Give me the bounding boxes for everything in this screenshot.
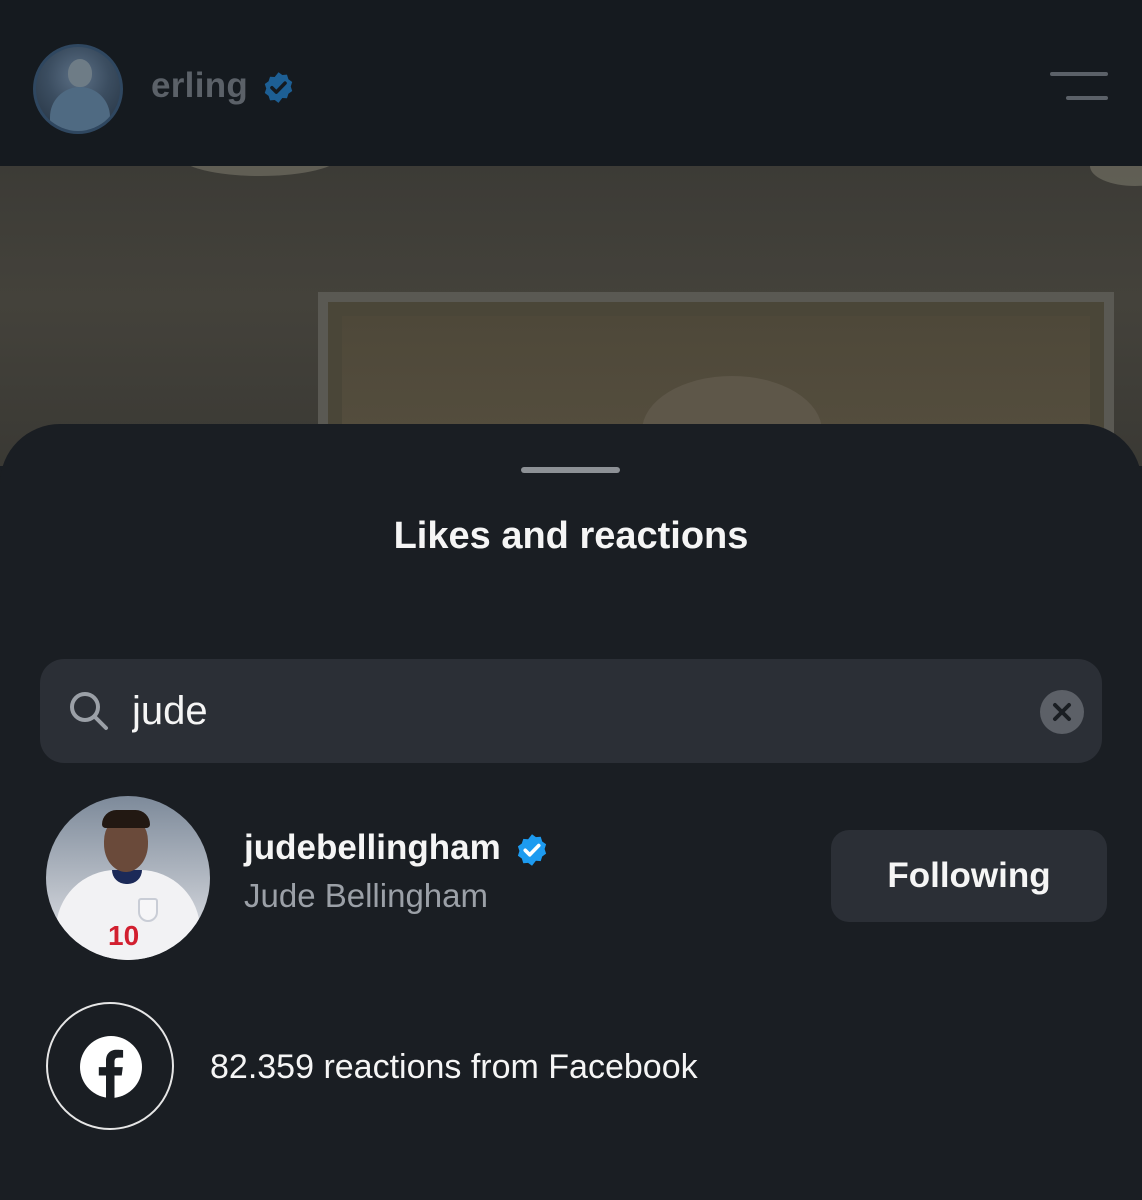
sheet-drag-handle[interactable] <box>521 467 620 473</box>
following-button[interactable]: Following <box>831 830 1107 922</box>
result-full-name: Jude Bellingham <box>244 877 488 914</box>
search-icon <box>70 692 108 730</box>
search-input[interactable] <box>132 683 1012 739</box>
post-photo <box>0 166 1142 466</box>
likes-bottom-sheet: Likes and reactions 10 judebellingham <box>0 424 1142 1200</box>
jersey-number: 10 <box>108 920 140 951</box>
facebook-reactions-row[interactable]: 82.359 reactions from Facebook <box>0 1002 1142 1132</box>
verified-badge-icon <box>264 72 293 103</box>
avatar[interactable]: 10 <box>46 796 210 960</box>
clear-x-icon[interactable] <box>1040 690 1084 734</box>
facebook-icon <box>80 1036 142 1100</box>
result-username[interactable]: judebellingham <box>244 828 501 868</box>
profile-header: erling <box>0 0 1142 166</box>
sheet-title: Likes and reactions <box>393 515 749 557</box>
profile-avatar[interactable] <box>33 44 123 134</box>
facebook-reactions-text: 82.359 reactions from Facebook <box>210 1048 698 1086</box>
list-item[interactable]: 10 judebellingham Jude Bellingham Follow… <box>0 794 1142 960</box>
verified-badge-icon <box>517 834 547 866</box>
hamburger-menu-icon[interactable] <box>1048 72 1108 102</box>
facebook-icon-circle <box>46 1002 174 1130</box>
profile-username[interactable]: erling <box>151 66 248 106</box>
search-bar[interactable] <box>40 659 1102 763</box>
